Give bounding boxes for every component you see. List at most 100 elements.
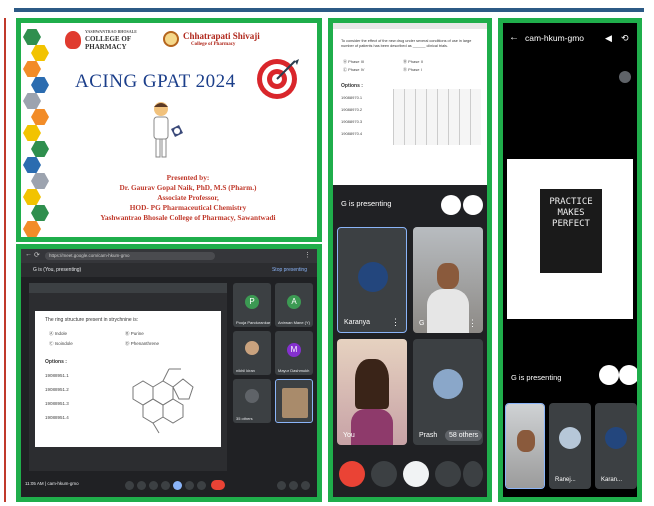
self-video xyxy=(282,388,308,418)
participant-tile[interactable]: nikhil kiran xyxy=(233,331,271,375)
avatar: P xyxy=(245,295,259,309)
participant-name: Pooja Pandurankar xyxy=(236,320,271,325)
option-code-4: 19088951.4 xyxy=(45,415,69,420)
camera-button[interactable] xyxy=(137,481,146,490)
college-name: COLLEGE OF xyxy=(85,35,132,43)
option-code-3: 19088951.3 xyxy=(45,401,69,406)
hexagon-decoration xyxy=(23,93,41,109)
avatar: M xyxy=(287,343,301,357)
more-options-icon[interactable]: ⋮ xyxy=(468,318,477,329)
participant-tile[interactable]: G ⋮ xyxy=(413,227,483,333)
option-code-4: 19088970.4 xyxy=(341,131,363,136)
self-tile[interactable]: You xyxy=(337,339,407,445)
trial-table-image xyxy=(393,89,481,145)
slide-title: ACING GPAT 2024 xyxy=(75,71,236,92)
hexagon-decoration xyxy=(23,29,41,45)
avatar: A xyxy=(287,295,301,309)
raise-hand-button[interactable] xyxy=(185,481,194,490)
self-video-tile[interactable] xyxy=(275,379,313,423)
option-1: Ⓐ Phase III xyxy=(343,59,364,64)
participant-tile[interactable]: Karanya ⋮ xyxy=(337,227,407,333)
mic-button[interactable] xyxy=(125,481,134,490)
person-face xyxy=(437,263,459,289)
others-tile[interactable]: 35 others xyxy=(233,379,271,423)
back-icon[interactable]: ← xyxy=(25,251,32,258)
shared-document: The ring structure present in strychnine… xyxy=(29,283,227,471)
mute-presenter-button[interactable] xyxy=(441,195,461,215)
option-code-2: 19088951.2 xyxy=(45,387,69,392)
captions-button[interactable] xyxy=(149,481,158,490)
raise-hand-button[interactable] xyxy=(435,461,461,487)
college-name-small: YASHWANTRAO BHOSALE xyxy=(85,29,137,34)
doctor-illustration xyxy=(145,99,185,163)
presenter-role-2: HOD- PG Pharmaceutical Chemistry xyxy=(129,203,247,212)
info-button[interactable] xyxy=(277,481,286,490)
left-red-line xyxy=(4,18,6,502)
others-count-badge[interactable]: 58 others xyxy=(445,430,483,441)
present-button[interactable] xyxy=(173,481,182,490)
top-bar xyxy=(14,8,644,12)
presenter-institution: Yashwantrao Bhosale College of Pharmacy,… xyxy=(100,213,276,222)
participant-tile[interactable]: A Anirwan Mane (Y) xyxy=(275,283,313,327)
participant-name: Ranej... xyxy=(555,477,576,483)
participant-tile[interactable]: Prash 58 others xyxy=(413,339,483,445)
more-options-button[interactable] xyxy=(463,461,483,487)
avatar xyxy=(358,262,388,292)
presenting-label: G is presenting xyxy=(511,373,562,382)
options-heading: Options : xyxy=(341,83,363,89)
mute-indicator xyxy=(619,71,631,83)
address-bar[interactable]: https://meet.google.com/cam-hkum-gmo xyxy=(45,252,215,260)
hexagon-decoration xyxy=(31,77,49,93)
participant-name: Prash xyxy=(419,432,438,439)
participant-tile[interactable]: Karan... xyxy=(595,403,637,489)
college-logo xyxy=(65,31,81,49)
person-body xyxy=(427,289,469,333)
meet-bottom-bar: 11:05 AM | cam-hkum-gmo xyxy=(21,473,317,497)
shared-slide: The ring structure present in strychnine… xyxy=(35,311,221,447)
end-call-button[interactable] xyxy=(339,461,365,487)
meeting-code[interactable]: cam-hkum-gmo xyxy=(525,23,584,53)
target-icon xyxy=(255,57,299,101)
option-2: Ⓑ Purine xyxy=(125,331,144,336)
option-code-3: 19088970.3 xyxy=(341,119,363,124)
option-code-1: 19088951.1 xyxy=(45,373,69,378)
browser-toolbar: ← ⟳ https://meet.google.com/cam-hkum-gmo… xyxy=(21,249,317,263)
presenting-bar: G is (You, presenting) Stop presenting xyxy=(21,263,317,277)
mute-presenter-button[interactable] xyxy=(599,365,619,385)
participant-name: nikhil kiran xyxy=(236,368,255,373)
people-button[interactable] xyxy=(289,481,298,490)
stop-presenting-link[interactable]: Stop presenting xyxy=(272,263,307,277)
avatar xyxy=(559,427,581,449)
browser-menu-icon[interactable]: ⋮ xyxy=(304,251,311,259)
participant-tile[interactable]: M Mayur Dashmukh xyxy=(275,331,313,375)
emoji-button[interactable] xyxy=(161,481,170,490)
chat-button[interactable] xyxy=(301,481,310,490)
option-1: Ⓐ Indole xyxy=(49,331,68,336)
end-call-button[interactable] xyxy=(211,480,225,490)
person-face xyxy=(517,430,535,452)
mic-button[interactable] xyxy=(403,461,429,487)
back-icon[interactable]: ← xyxy=(509,23,519,53)
more-options-icon[interactable]: ⋮ xyxy=(391,317,400,328)
person-hair xyxy=(355,359,389,409)
camera-button[interactable] xyxy=(371,461,397,487)
partner-sub: College of Pharmacy xyxy=(191,42,236,47)
presenting-label: G is presenting xyxy=(341,199,392,208)
hexagon-decoration xyxy=(23,157,41,173)
avatar xyxy=(605,427,627,449)
fullscreen-button[interactable] xyxy=(463,195,483,215)
participant-name: You xyxy=(343,432,355,439)
switch-camera-icon[interactable]: ⟲ xyxy=(621,23,629,53)
reload-icon[interactable]: ⟳ xyxy=(34,251,40,259)
fullscreen-button[interactable] xyxy=(619,365,637,385)
participant-tile[interactable]: Ranej... xyxy=(549,403,591,489)
screen-share-panel: ← ⟳ https://meet.google.com/cam-hkum-gmo… xyxy=(16,244,322,502)
option-3: Ⓒ Isoindole xyxy=(49,341,73,346)
presenting-bar: G is presenting xyxy=(333,187,487,223)
college-name-2: PHARMACY xyxy=(85,43,127,51)
more-options-button[interactable] xyxy=(197,481,206,490)
hexagon-decoration xyxy=(31,45,49,61)
participant-tile[interactable] xyxy=(505,403,545,489)
audio-icon[interactable]: ◀ xyxy=(605,23,612,53)
participant-tile[interactable]: P Pooja Pandurankar xyxy=(233,283,271,327)
